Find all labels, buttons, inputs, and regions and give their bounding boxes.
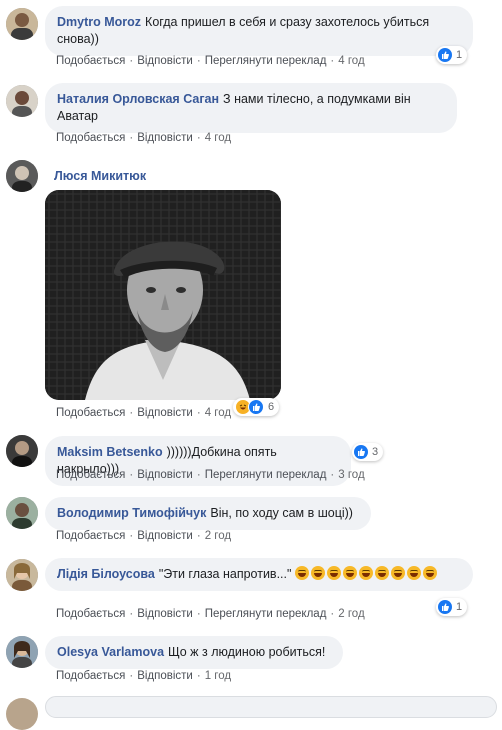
reaction-number: 3 [372,446,379,458]
comment-author[interactable]: Володимир Тимофійчук [57,506,206,520]
comment-text: "Эти глаза напротив..." [158,567,292,581]
avatar[interactable] [6,85,38,117]
comment-bubble: Dmytro Moroz Когда пришел в себя и сразу … [45,6,473,56]
comment-bubble-partial [45,696,497,718]
like-icon [438,600,452,614]
comment-actions: Подобається · Відповісти · 1 год [56,670,231,682]
reaction-count[interactable]: 1 [436,598,468,616]
reply-link[interactable]: Відповісти [137,530,193,542]
avatar[interactable] [6,698,38,730]
comment-author[interactable]: Люся Микитюк [54,169,146,183]
separator: · [196,55,201,67]
reaction-count[interactable]: 6 [233,398,280,416]
separator: · [196,670,201,682]
comment-time[interactable]: 1 год [205,670,231,682]
avatar[interactable] [6,8,38,40]
translate-link[interactable]: Переглянути переклад [205,608,327,620]
comment-author[interactable]: Maksim Betsenko [57,445,163,459]
comment-time[interactable]: 4 год [205,132,231,144]
comment-author[interactable]: Dmytro Moroz [57,15,141,29]
reply-link[interactable]: Відповісти [137,469,193,481]
separator: · [129,530,134,542]
separator: · [196,469,201,481]
like-link[interactable]: Подобається [56,469,125,481]
comment-author[interactable]: Лідія Білоусова [57,567,155,581]
comment-photo[interactable] [45,190,281,400]
like-link[interactable]: Подобається [56,55,125,67]
comment-time[interactable]: 3 год [338,469,364,481]
like-icon [354,445,368,459]
separator: · [129,469,134,481]
comment-bubble: Olesya Varlamova Що ж з людиною робиться! [45,636,343,669]
avatar[interactable] [6,497,38,529]
separator: · [129,407,134,419]
separator: · [129,670,134,682]
reply-link[interactable]: Відповісти [137,132,193,144]
grinning-emoji-icon [358,566,373,580]
avatar[interactable] [6,636,38,668]
comment-actions: Подобається · Відповісти · 4 год [56,132,231,144]
comment-author[interactable]: Наталия Орловская Саган [57,92,219,106]
avatar[interactable] [6,160,38,192]
separator: · [330,608,335,620]
avatar[interactable] [6,559,38,591]
grinning-emoji-icon [294,566,309,580]
comment-author-standalone: Люся Микитюк [54,169,150,183]
separator: · [129,55,134,67]
comment-time[interactable]: 4 год [205,407,231,419]
like-link[interactable]: Подобається [56,132,125,144]
comment-text: Що ж з людиною робиться! [168,645,326,659]
comment-actions: Подобається · Відповісти · 2 год [56,530,231,542]
like-link[interactable]: Подобається [56,530,125,542]
separator: · [330,55,335,67]
like-icon [248,399,264,415]
comment-time[interactable]: 2 год [338,608,364,620]
grinning-emoji-icon [310,566,325,580]
grinning-emoji-icon [422,566,437,580]
grinning-emoji-icon [326,566,341,580]
like-icon [438,48,452,62]
separator: · [196,530,201,542]
separator: · [196,407,201,419]
separator: · [129,608,134,620]
like-link[interactable]: Подобається [56,407,125,419]
translate-link[interactable]: Переглянути переклад [205,55,327,67]
separator: · [330,469,335,481]
comment-author[interactable]: Olesya Varlamova [57,645,164,659]
avatar[interactable] [6,435,38,467]
reaction-count[interactable]: 1 [436,46,468,64]
comment-actions: Подобається · Відповісти · Переглянути перек… [56,55,365,67]
separator: · [196,608,201,620]
comment-actions: Подобається · Відповісти · 4 год [56,407,231,419]
comment-actions: Подобається · Відповісти · Переглянути перек… [56,608,365,620]
reply-link[interactable]: Відповісти [137,55,193,67]
comment-actions: Подобається · Відповісти · Переглянути перек… [56,469,365,481]
like-link[interactable]: Подобається [56,670,125,682]
comment-time[interactable]: 4 год [338,55,364,67]
reply-link[interactable]: Відповісти [137,670,193,682]
reaction-number: 6 [268,401,275,413]
reaction-number: 1 [456,49,463,61]
grinning-emoji-icon [406,566,421,580]
comment-bubble: Лідія Білоусова "Эти глаза напротив..." [45,558,473,591]
reply-link[interactable]: Відповісти [137,608,193,620]
comment-bubble: Володимир Тимофійчук Він, по ходу сам в ш… [45,497,371,530]
grinning-emoji-icon [374,566,389,580]
like-link[interactable]: Подобається [56,608,125,620]
comment-text: Він, по ходу сам в шоці)) [210,506,353,520]
grinning-emoji-icon [390,566,405,580]
reaction-count[interactable]: 3 [352,443,384,461]
translate-link[interactable]: Переглянути переклад [205,469,327,481]
comment-time[interactable]: 2 год [205,530,231,542]
reply-link[interactable]: Відповісти [137,407,193,419]
separator: · [196,132,201,144]
reaction-number: 1 [456,601,463,613]
emoji-row [294,566,439,581]
separator: · [129,132,134,144]
comment-bubble: Наталия Орловская Саган З нами тілесно, а… [45,83,457,133]
grinning-emoji-icon [342,566,357,580]
